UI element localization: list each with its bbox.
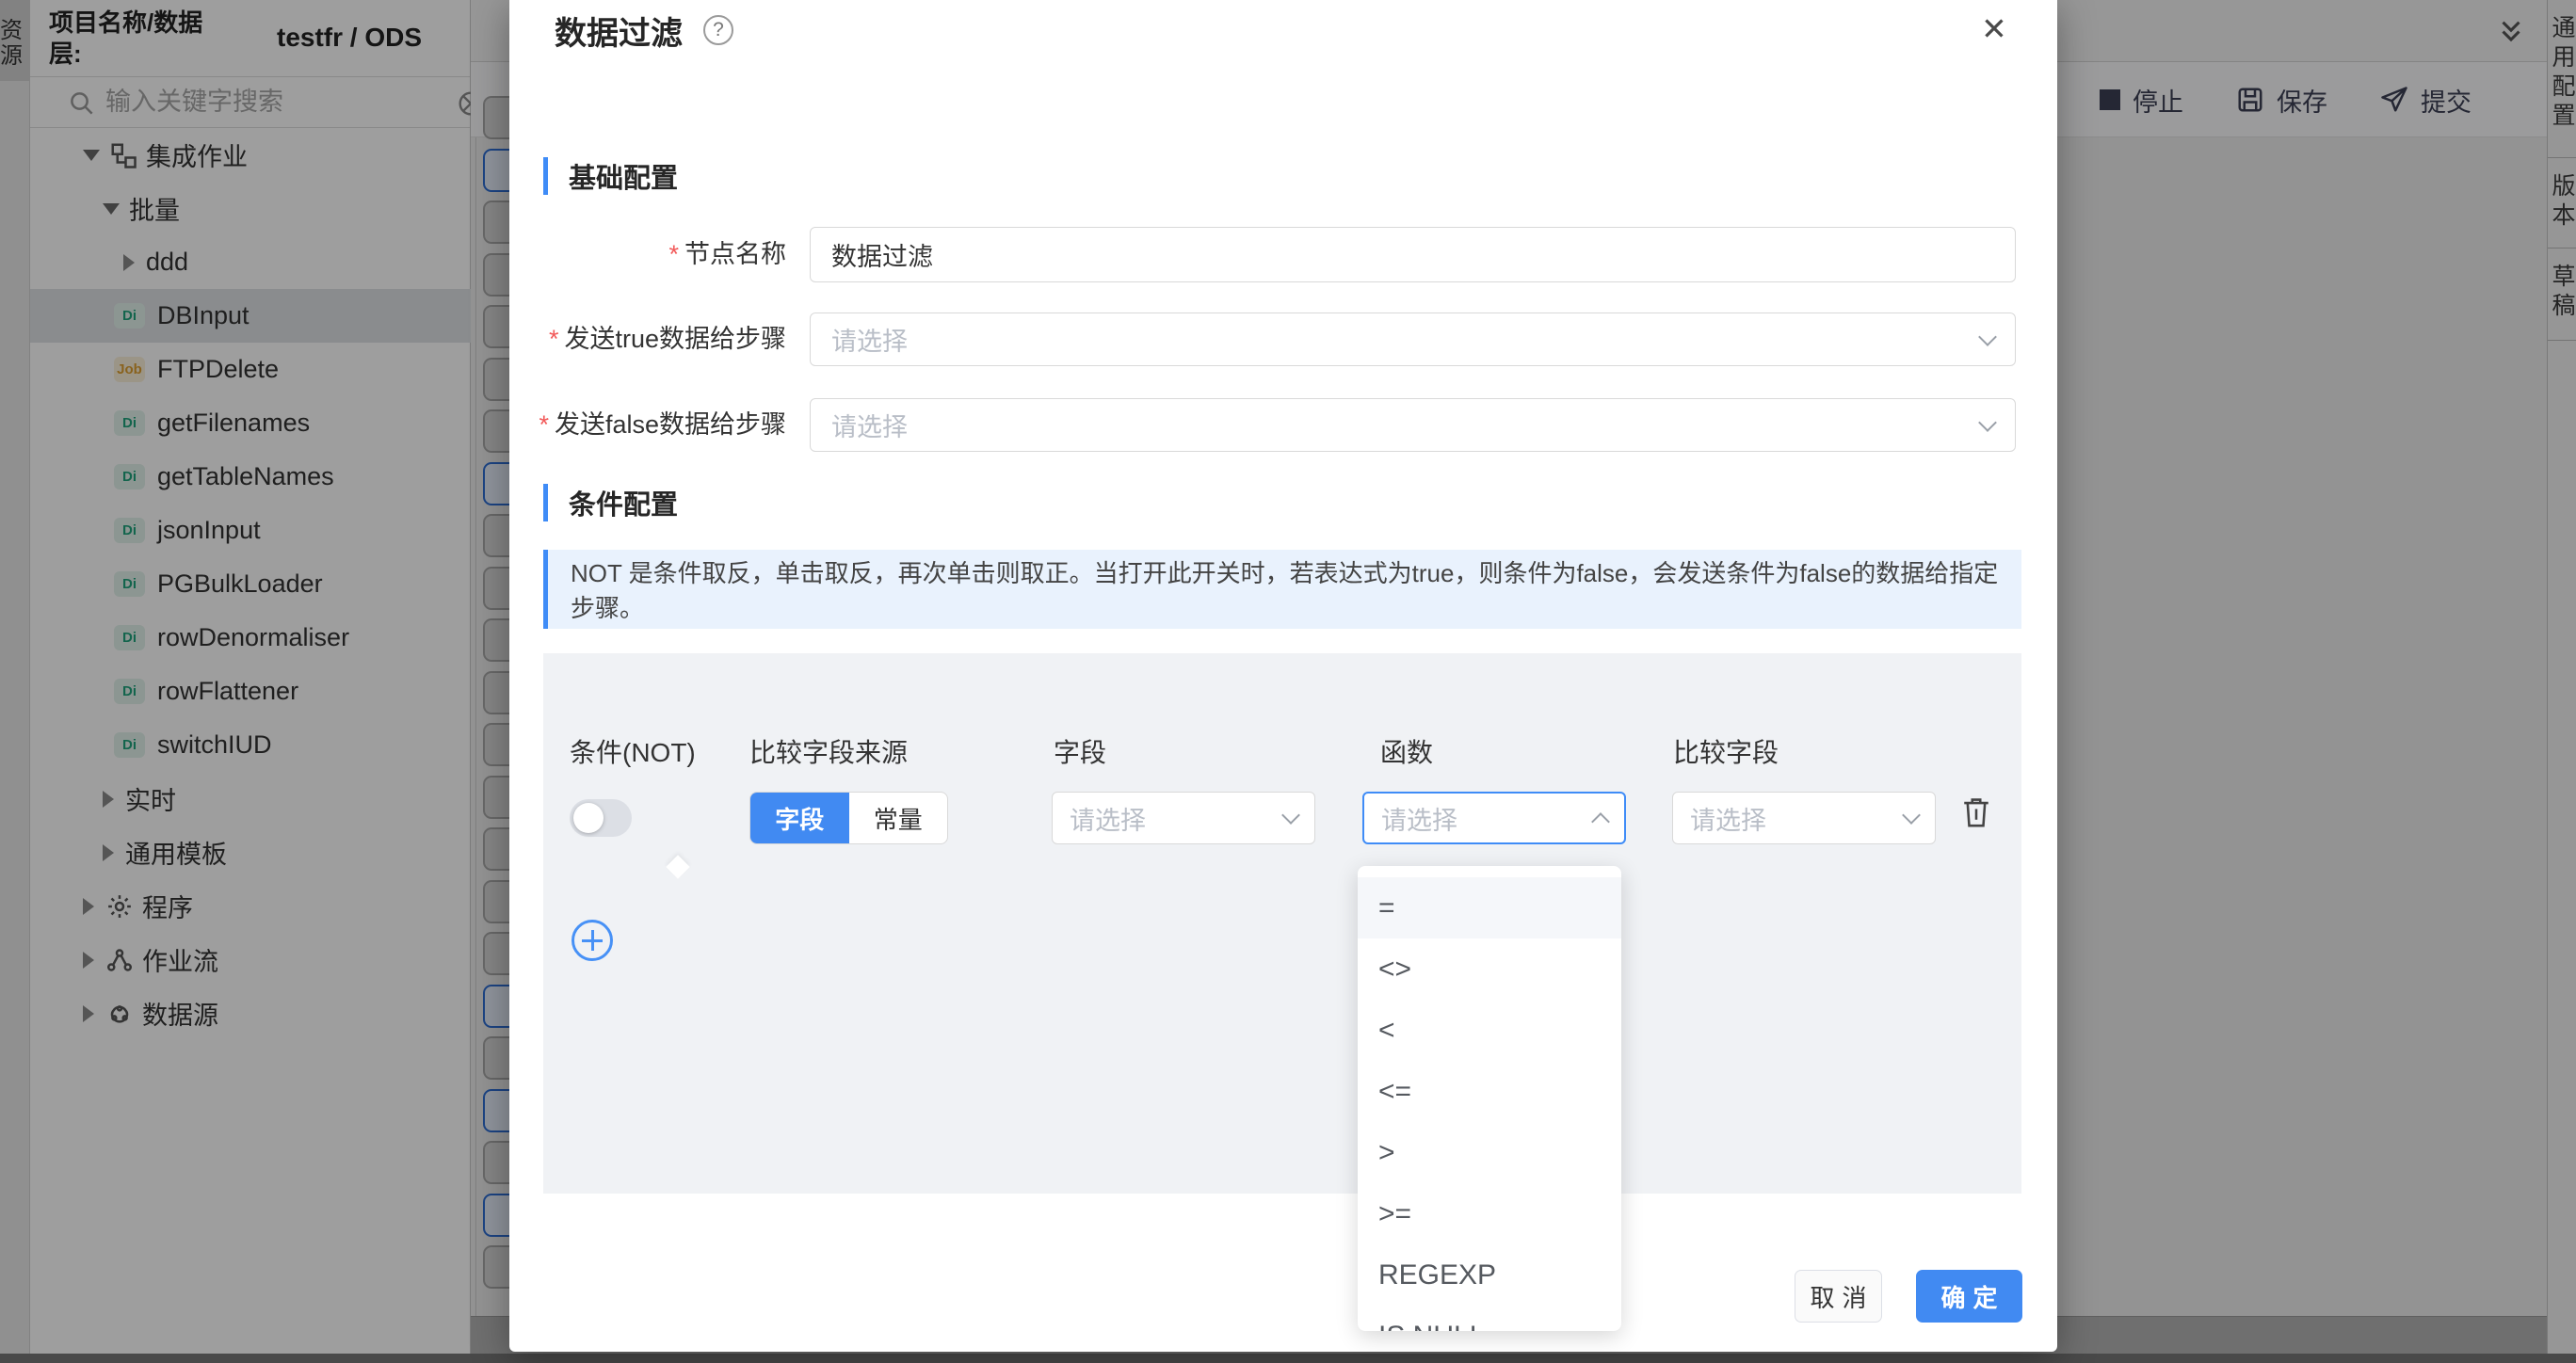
node-name-input[interactable] (810, 227, 2016, 282)
condition-panel: 条件(NOT) 比较字段来源 字段 函数 比较字段 字段 常量 请选择 请选择 … (543, 653, 2021, 1194)
section-condition-config: 条件配置 (543, 483, 678, 522)
dropdown-option-isnull[interactable]: IS NULL (1358, 1306, 1621, 1331)
send-true-select[interactable]: 请选择 (810, 313, 2016, 366)
section-accent-bar (543, 157, 548, 195)
col-field-label: 字段 (1054, 732, 1106, 770)
data-filter-modal: 数据过滤 ? ✕ 基础配置 *节点名称 *发送true数据给步骤 请选择 *发送… (509, 0, 2057, 1352)
send-false-select[interactable]: 请选择 (810, 398, 2016, 452)
function-select[interactable]: 请选择 (1362, 792, 1626, 844)
toggle-knob (573, 803, 604, 833)
select-placeholder: 请选择 (1690, 800, 1905, 837)
col-compare-label: 比较字段 (1673, 732, 1779, 770)
help-icon[interactable]: ? (703, 15, 733, 45)
add-condition-button[interactable] (572, 920, 613, 961)
source-const-option[interactable]: 常量 (849, 793, 948, 843)
required-mark: * (539, 410, 549, 439)
chevron-down-icon (1978, 328, 1997, 346)
chevron-down-icon (1281, 806, 1300, 825)
field-select[interactable]: 请选择 (1052, 792, 1315, 844)
close-icon[interactable]: ✕ (1973, 8, 2015, 49)
col-not-label: 条件(NOT) (570, 732, 696, 770)
select-placeholder: 请选择 (1381, 800, 1594, 837)
dropdown-option-gte[interactable]: >= (1358, 1183, 1621, 1244)
section-title: 条件配置 (569, 483, 678, 522)
chevron-down-icon (1902, 806, 1921, 825)
function-dropdown: = <> < <= > >= REGEXP IS NULL (1358, 866, 1621, 1331)
modal-title: 数据过滤 (555, 8, 683, 54)
required-mark: * (668, 240, 679, 268)
chevron-down-icon (1978, 413, 1997, 432)
section-title: 基础配置 (569, 156, 678, 196)
app-screen: 资源 项目名称/数据层: testfr / ODS 集成作业 (0, 0, 2576, 1363)
node-name-label: *节点名称 (509, 227, 786, 282)
col-source-label: 比较字段来源 (749, 732, 908, 770)
compare-field-select[interactable]: 请选择 (1672, 792, 1936, 844)
not-toggle[interactable] (570, 799, 632, 837)
dropdown-option-gt[interactable]: > (1358, 1122, 1621, 1183)
ok-button[interactable]: 确定 (1916, 1270, 2022, 1323)
cancel-button[interactable]: 取消 (1795, 1270, 1882, 1323)
dropdown-option-lte[interactable]: <= (1358, 1061, 1621, 1122)
dropdown-option-neq[interactable]: <> (1358, 938, 1621, 1000)
select-placeholder: 请选择 (831, 407, 1981, 443)
required-mark: * (549, 325, 559, 353)
section-basic-config: 基础配置 (543, 156, 678, 196)
section-accent-bar (543, 484, 548, 521)
dropdown-option-regexp[interactable]: REGEXP (1358, 1244, 1621, 1306)
select-placeholder: 请选择 (831, 321, 1981, 358)
select-placeholder: 请选择 (1070, 800, 1284, 837)
dropdown-option-eq[interactable]: = (1358, 877, 1621, 938)
dropdown-option-lt[interactable]: < (1358, 1000, 1621, 1061)
send-false-label: *发送false数据给步骤 (509, 398, 786, 452)
trash-icon[interactable] (1960, 794, 1992, 830)
col-func-label: 函数 (1380, 732, 1433, 770)
send-true-label: *发送true数据给步骤 (509, 313, 786, 366)
chevron-up-icon (1591, 812, 1610, 831)
source-field-option[interactable]: 字段 (750, 793, 849, 843)
source-segmented-control: 字段 常量 (749, 792, 948, 844)
not-help-banner: NOT 是条件取反，单击取反，再次单击则取正。当打开此开关时，若表达式为true… (543, 550, 2021, 629)
